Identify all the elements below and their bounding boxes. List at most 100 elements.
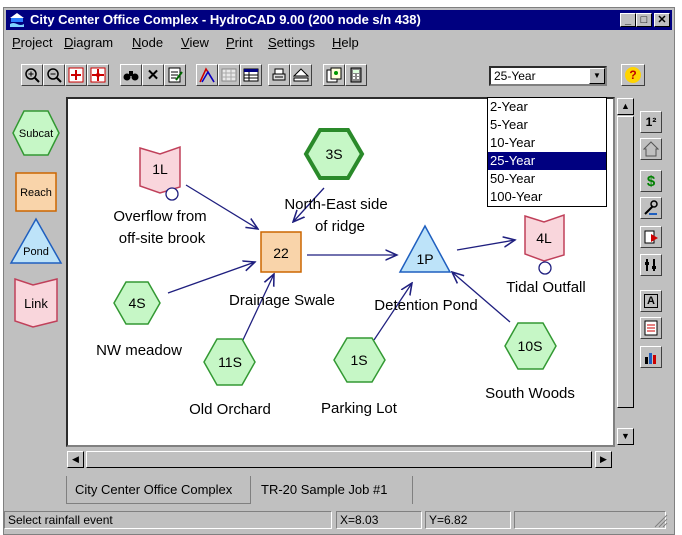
menu-print[interactable]: Print [226, 35, 253, 50]
resize-grip-icon[interactable] [654, 514, 668, 528]
node-10S[interactable]: 10S South Woods [485, 322, 575, 402]
hydrograph-button[interactable] [196, 64, 218, 86]
palette-link[interactable]: Link [14, 277, 58, 328]
chart-button[interactable] [640, 346, 662, 368]
node-caption: South Woods [485, 385, 575, 402]
flow-arrow [167, 262, 255, 294]
table-button[interactable] [240, 64, 262, 86]
node-id: 1P [416, 251, 433, 267]
help-button[interactable]: ? [621, 64, 645, 86]
node-caption: Old Orchard [189, 401, 271, 418]
delete-button[interactable]: ✕ [142, 64, 164, 86]
tab-tr20-sample[interactable]: TR-20 Sample Job #1 [253, 476, 413, 504]
eject-button[interactable] [290, 64, 312, 86]
node-id: 4S [128, 295, 145, 311]
horizontal-scrollbar[interactable]: ◀ ▶ [66, 450, 615, 470]
palette-reach-label: Reach [20, 187, 52, 199]
node-palette: Subcat Reach Pond Link [9, 110, 63, 328]
rainfall-option[interactable]: 50-Year [488, 170, 606, 188]
report-list-button[interactable] [640, 317, 662, 339]
home-icon [643, 141, 659, 157]
palette-reach[interactable]: Reach [15, 172, 57, 212]
menu-view[interactable]: View [181, 35, 209, 50]
close-button[interactable]: ✕ [654, 13, 670, 27]
palette-link-label: Link [24, 296, 48, 311]
chart-icon [645, 353, 656, 364]
rainfall-option-selected[interactable]: 25-Year [488, 152, 606, 170]
minimize-button[interactable]: _ [620, 13, 636, 27]
report-icon [326, 67, 342, 83]
edit-button[interactable] [164, 64, 186, 86]
move-icon [90, 67, 106, 83]
find-button[interactable] [120, 64, 142, 86]
scroll-up-button[interactable]: ▲ [617, 98, 634, 115]
tools-icon [644, 200, 658, 215]
zoom-in-icon [25, 68, 40, 83]
scroll-left-button[interactable]: ◀ [67, 451, 84, 468]
delete-icon: ✕ [146, 67, 160, 84]
node-1S[interactable]: 1S Parking Lot [321, 337, 398, 417]
node-1L[interactable]: 1L Overflow from off-site brook [113, 145, 207, 247]
edit-document-icon [168, 67, 183, 83]
rainfall-event-select[interactable]: 25-Year ▼ [489, 66, 607, 86]
menu-help[interactable]: Help [332, 35, 359, 50]
binoculars-icon [123, 71, 139, 81]
rainfall-option[interactable]: 2-Year [488, 98, 606, 116]
report-icon [644, 320, 658, 336]
status-y-coordinate: Y=6.82 [425, 511, 511, 529]
menu-bar: Project Diagram Node View Print Settings… [6, 32, 672, 52]
calculator-button[interactable] [345, 64, 367, 86]
node-caption: North-East side [284, 196, 387, 213]
node-1P[interactable]: 1P Detention Pond [374, 224, 478, 314]
units-button[interactable]: 1² [640, 111, 662, 133]
node-4S[interactable]: 4S NW meadow [96, 281, 182, 359]
rainfall-option[interactable]: 5-Year [488, 116, 606, 134]
report-button[interactable] [323, 64, 345, 86]
link-outlet [538, 261, 552, 275]
menu-node[interactable]: Node [132, 35, 163, 50]
tools-button[interactable] [640, 197, 662, 219]
palette-subcat[interactable]: Subcat [12, 110, 60, 156]
zoom-in-button[interactable] [21, 64, 43, 86]
flow-arrow [456, 240, 515, 251]
tab-city-center[interactable]: City Center Office Complex [66, 476, 251, 504]
export-button[interactable] [640, 226, 662, 248]
scroll-thumb-horizontal[interactable] [86, 451, 592, 468]
move-button[interactable] [87, 64, 109, 86]
fit-all-button[interactable] [65, 64, 87, 86]
palette-pond[interactable]: Pond [9, 217, 63, 264]
annotation-button[interactable]: A [640, 290, 662, 312]
scroll-down-button[interactable]: ▼ [617, 428, 634, 445]
print-button[interactable] [268, 64, 290, 86]
node-id: 4L [536, 230, 552, 246]
annotation-icon: A [644, 294, 658, 308]
zoom-out-button[interactable] [43, 64, 65, 86]
export-icon [644, 230, 658, 244]
menu-project[interactable]: Project [12, 35, 52, 50]
grid-button[interactable] [218, 64, 240, 86]
grid-icon [221, 68, 237, 82]
scroll-right-button[interactable]: ▶ [595, 451, 612, 468]
scroll-thumb[interactable] [617, 116, 634, 408]
print-icon [272, 68, 286, 81]
home-button[interactable] [640, 138, 662, 160]
vertical-scrollbar[interactable]: ▲ ▼ [616, 97, 635, 447]
settings-button[interactable] [640, 254, 662, 276]
node-caption: off-site brook [119, 230, 206, 247]
menu-diagram[interactable]: Diagram [64, 35, 113, 50]
rainfall-selected-value: 25-Year [494, 69, 536, 83]
node-id: 3S [325, 146, 342, 162]
node-22[interactable]: 22 Drainage Swale [229, 231, 335, 309]
rainfall-option[interactable]: 10-Year [488, 134, 606, 152]
rainfall-option[interactable]: 100-Year [488, 188, 606, 206]
chevron-down-icon[interactable]: ▼ [589, 68, 605, 84]
node-caption: Drainage Swale [229, 292, 335, 309]
node-4L[interactable]: 4L Tidal Outfall [506, 213, 586, 296]
node-11S[interactable]: 11S Old Orchard [189, 338, 271, 418]
maximize-button[interactable]: □ [636, 13, 652, 27]
menu-settings[interactable]: Settings [268, 35, 315, 50]
node-3S[interactable]: 3S North-East side of ridge [284, 128, 388, 235]
window-title: City Center Office Complex - HydroCAD 9.… [30, 12, 421, 27]
zoom-out-icon [47, 68, 62, 83]
cost-button[interactable]: $ [640, 170, 662, 192]
